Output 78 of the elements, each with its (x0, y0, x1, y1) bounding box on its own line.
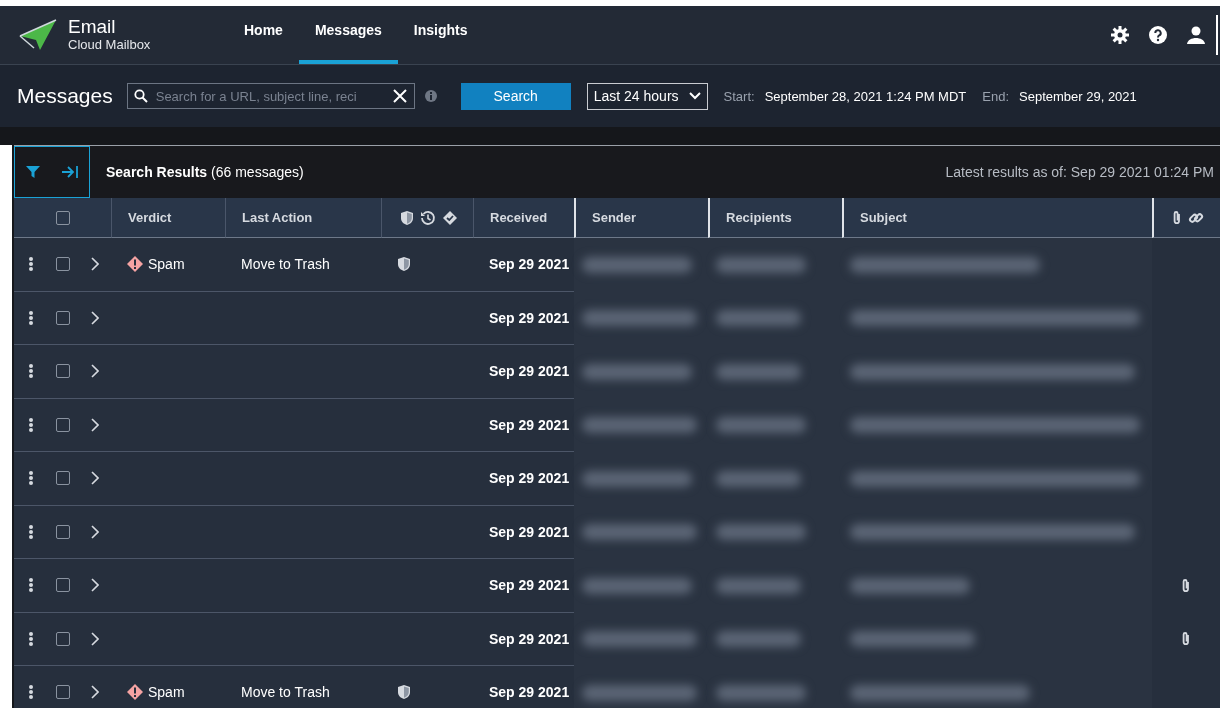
search-button[interactable]: Search (460, 82, 571, 110)
select-all-checkbox[interactable] (56, 210, 70, 225)
paper-plane-icon (18, 18, 58, 52)
results-title: Search Results (66 messages) (106, 164, 304, 180)
paperclip-icon (1172, 209, 1182, 226)
table-cell: Move to Trash (241, 256, 330, 273)
latest-results-time: Latest results as of: Sep 29 2021 01:24 PM (945, 164, 1215, 180)
drag-handle-icon[interactable] (28, 309, 34, 326)
column-header[interactable]: Last Action (225, 198, 381, 238)
search-field[interactable]: Search for a URL, subject line, reci (126, 83, 415, 109)
row-checkbox[interactable] (56, 257, 70, 272)
row-checkbox[interactable] (56, 364, 70, 379)
start-date: September 28, 2021 1:24 PM MDT (764, 88, 967, 104)
chevron-right-icon[interactable] (90, 364, 99, 379)
warning-diamond-icon (127, 684, 143, 701)
chevron-right-icon[interactable] (90, 310, 99, 325)
filter-icon[interactable] (25, 165, 40, 179)
drag-handle-icon[interactable] (28, 577, 34, 594)
chevron-right-icon[interactable] (90, 257, 99, 272)
table-cell: Sep 29 2021 (489, 470, 570, 487)
table-cell: Sep 29 2021 (489, 577, 570, 594)
drag-handle-icon[interactable] (28, 523, 34, 540)
chevron-right-icon[interactable] (90, 578, 99, 593)
warning-diamond-icon (127, 256, 143, 273)
table-cell: Sep 29 2021 (489, 363, 570, 380)
info-icon (424, 90, 437, 102)
column-header[interactable]: Recipients (708, 198, 842, 238)
row-checkbox[interactable] (56, 524, 70, 539)
column-header[interactable]: Received (473, 198, 574, 238)
row-checkbox[interactable] (56, 631, 70, 646)
expand-panel-icon[interactable] (60, 165, 79, 179)
drag-handle-icon[interactable] (28, 363, 34, 380)
chevron-right-icon[interactable] (90, 631, 99, 646)
user-icon[interactable] (1186, 25, 1206, 45)
settings-icon[interactable] (1110, 25, 1130, 45)
end-date: September 29, 2021 (1019, 88, 1137, 104)
app-subtitle: Cloud Mailbox (68, 38, 151, 53)
row-checkbox[interactable] (56, 471, 70, 486)
app-title: Email (68, 17, 117, 39)
column-header[interactable]: Subject (842, 198, 1152, 238)
drag-handle-icon[interactable] (28, 470, 34, 487)
row-checkbox[interactable] (56, 685, 70, 700)
table-cell: Sep 29 2021 (489, 256, 570, 273)
close-icon[interactable] (392, 89, 407, 103)
chevron-down-icon (688, 92, 701, 100)
table-cell: Sep 29 2021 (489, 309, 570, 326)
filter-panel-toggle[interactable] (14, 146, 90, 198)
verified-badge-icon (442, 209, 458, 226)
verdict-text: Spam (148, 256, 185, 273)
column-header[interactable]: Verdict (111, 198, 225, 238)
time-range-dropdown[interactable]: Last 24 hours (586, 82, 708, 110)
table-cell: Sep 29 2021 (489, 416, 570, 433)
drag-handle-icon[interactable] (28, 684, 34, 701)
table-cell: Sep 29 2021 (489, 684, 570, 701)
end-label: End: (982, 88, 1009, 104)
row-checkbox[interactable] (56, 310, 70, 325)
drag-handle-icon[interactable] (28, 256, 34, 273)
help-icon[interactable] (1148, 25, 1168, 45)
start-label: Start: (723, 88, 755, 104)
search-icon (133, 89, 148, 103)
nav-tab[interactable]: Insights (397, 6, 484, 64)
shield-icon (400, 209, 414, 226)
page-title: Messages (17, 84, 113, 108)
nav-tab[interactable]: Home (228, 6, 299, 64)
history-icon (420, 209, 436, 226)
drag-handle-icon[interactable] (28, 630, 34, 647)
column-header[interactable]: Sender (574, 198, 708, 238)
chevron-right-icon[interactable] (90, 524, 99, 539)
verdict-text: Spam (148, 684, 185, 701)
chevron-right-icon[interactable] (90, 417, 99, 432)
chevron-right-icon[interactable] (90, 471, 99, 486)
row-checkbox[interactable] (56, 578, 70, 593)
table-cell: Sep 29 2021 (489, 630, 570, 647)
drag-handle-icon[interactable] (28, 416, 34, 433)
row-checkbox[interactable] (56, 417, 70, 432)
table-cell: Sep 29 2021 (489, 523, 570, 540)
table-cell: Move to Trash (241, 684, 330, 701)
chevron-right-icon[interactable] (90, 685, 99, 700)
